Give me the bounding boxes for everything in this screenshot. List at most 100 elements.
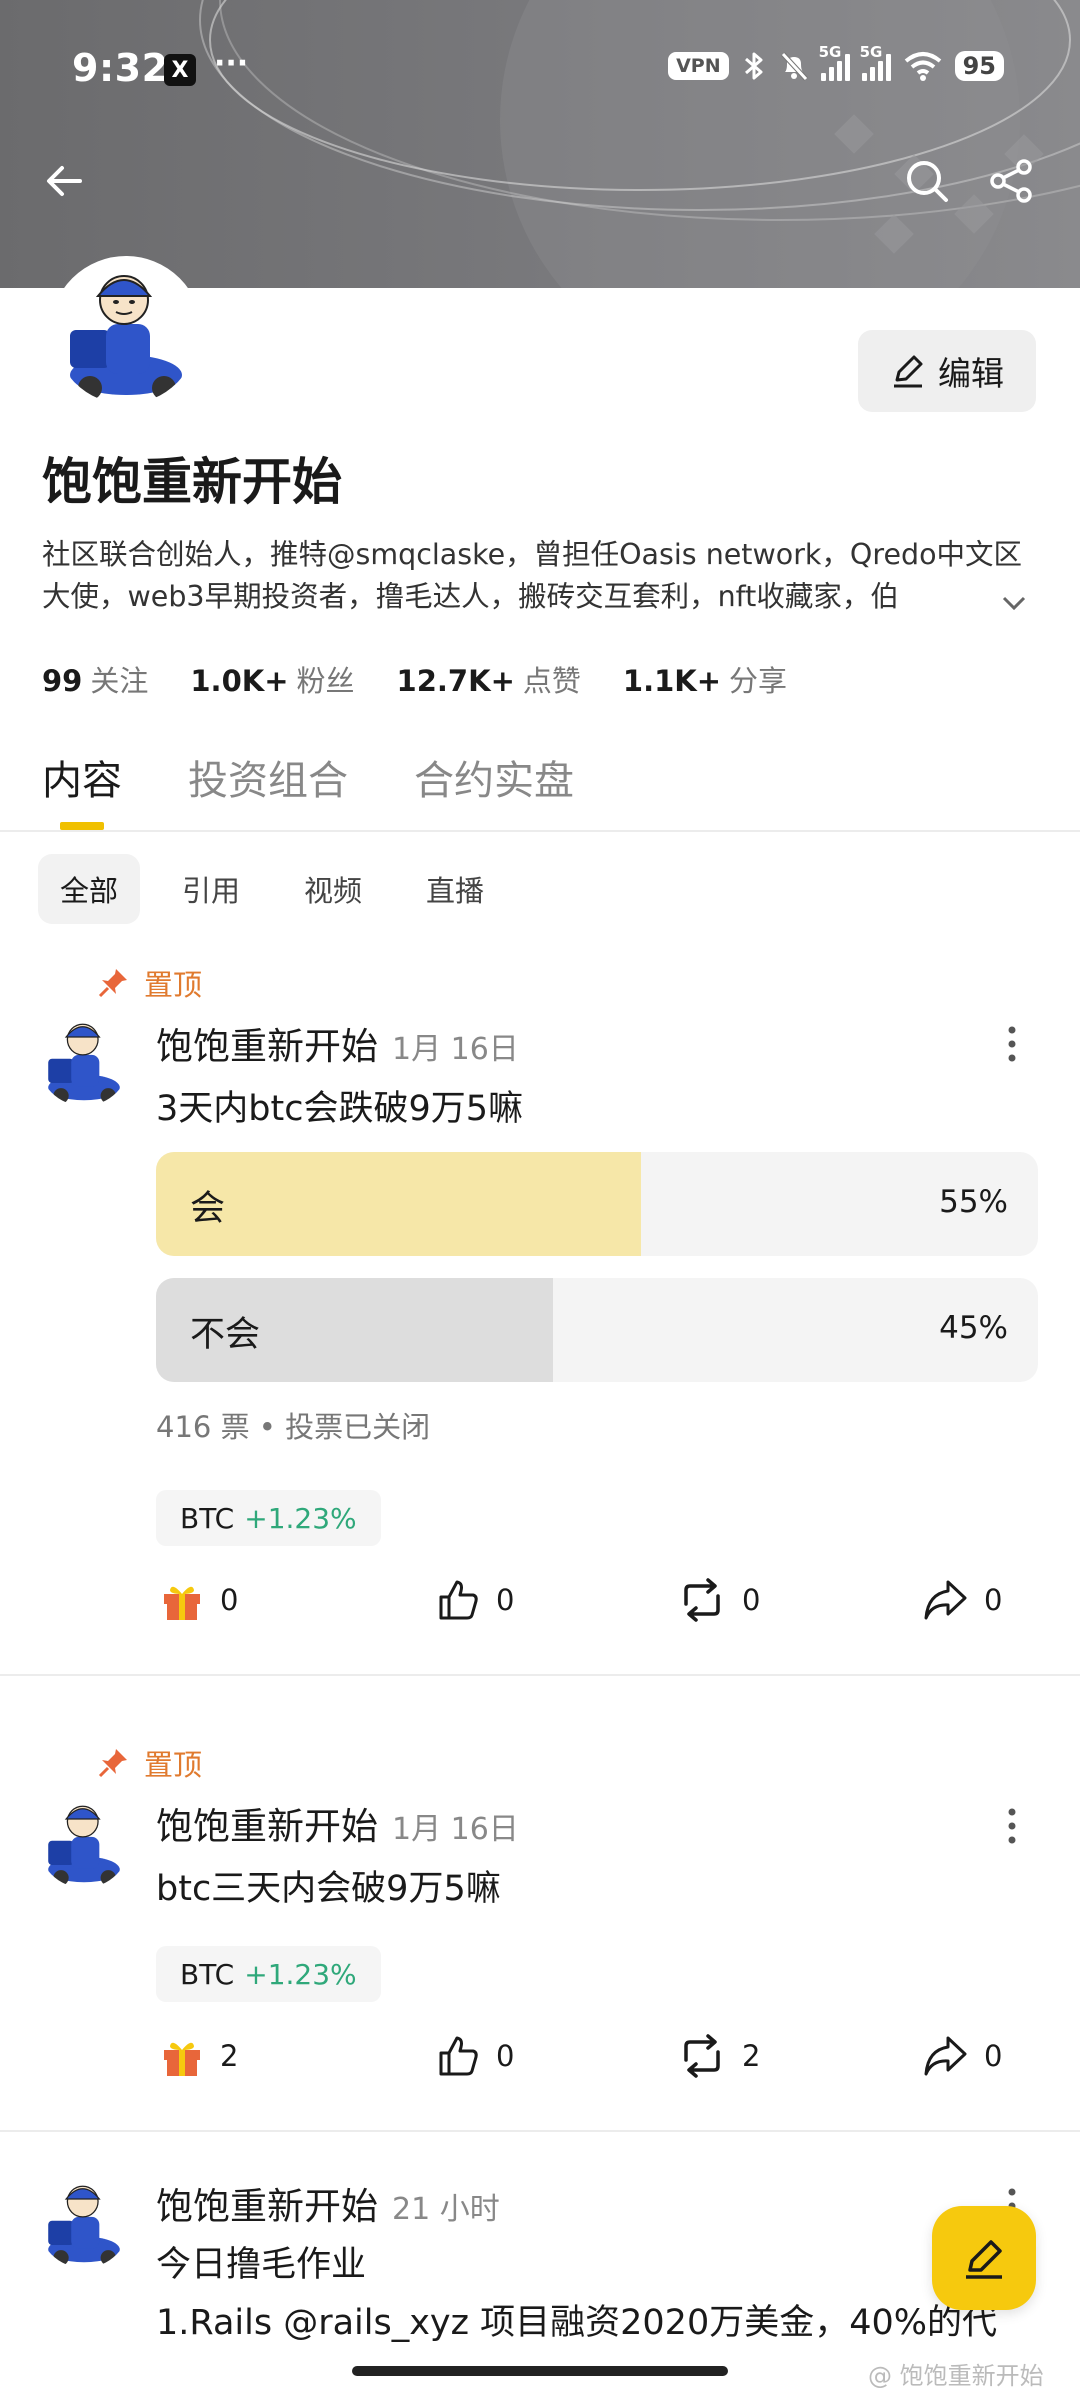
repost-count: 2 — [742, 2039, 761, 2073]
chevron-down-icon[interactable] — [996, 588, 1032, 618]
poll-option[interactable]: 不会 45% — [156, 1278, 1038, 1382]
like-button[interactable]: 0 — [436, 2034, 514, 2078]
post-avatar[interactable] — [38, 1014, 130, 1106]
post-divider — [0, 2130, 1080, 2132]
profile-banner: 9:32 X ··· VPN 5G 5G 95 — [0, 0, 1080, 288]
tab-portfolio[interactable]: 投资组合 — [188, 748, 348, 806]
vpn-indicator: VPN — [668, 52, 729, 80]
poll-option-label: 会 — [190, 1189, 226, 1229]
stat-shares[interactable]: 1.1K+ 分享 — [623, 658, 787, 700]
post-text: 3天内btc会跌破9万5嘛 — [156, 1089, 523, 1129]
gift-button[interactable]: 2 — [160, 2034, 238, 2078]
status-time: 9:32 — [72, 46, 169, 90]
post-author[interactable]: 饱饱重新开始 — [156, 2176, 378, 2230]
like-button[interactable]: 0 — [436, 1578, 514, 1622]
like-count: 0 — [496, 1583, 515, 1617]
pin-icon — [98, 1749, 127, 1778]
profile-avatar[interactable] — [50, 256, 202, 408]
edit-profile-button[interactable]: 编辑 — [858, 330, 1036, 412]
stat-following[interactable]: 99 关注 — [42, 658, 148, 700]
pencil-icon — [894, 355, 923, 388]
poll-bar — [156, 1152, 642, 1256]
stat-label: 分享 — [729, 664, 788, 698]
poll-option[interactable]: 会 55% — [156, 1152, 1038, 1256]
post-date: 1月 16日 — [392, 1032, 519, 1067]
filter-all[interactable]: 全部 — [38, 854, 141, 924]
wifi-icon — [904, 52, 941, 81]
like-count: 0 — [496, 2039, 515, 2073]
post-avatar[interactable] — [38, 1796, 130, 1888]
tab-futures[interactable]: 合约实盘 — [414, 748, 574, 806]
gift-icon — [164, 1586, 200, 1620]
post-text: btc三天内会破9万5嘛 — [156, 1869, 501, 1909]
repost-count: 0 — [742, 1583, 761, 1617]
share-count: 0 — [984, 2039, 1003, 2073]
x-app-icon: X — [164, 54, 196, 86]
gift-icon — [164, 2042, 200, 2076]
post-date: 1月 16日 — [392, 1812, 519, 1847]
post-avatar[interactable] — [38, 2176, 130, 2268]
post-header: 饱饱重新开始 1月 16日 — [156, 1016, 519, 1070]
post-header: 饱饱重新开始 21 小时 — [156, 2176, 500, 2230]
poll-meta: 416 票 • 投票已关闭 — [156, 1410, 431, 1444]
poll-option-percent: 45% — [939, 1310, 1008, 1346]
compose-pencil-icon — [966, 2240, 1002, 2279]
stat-likes[interactable]: 12.7K+ 点赞 — [397, 658, 581, 700]
profile-stats: 99 关注 1.0K+ 粉丝 12.7K+ 点赞 1.1K+ 分享 — [42, 658, 787, 700]
tabs-divider — [0, 830, 1080, 832]
post-header: 饱饱重新开始 1月 16日 — [156, 1796, 519, 1850]
pinned-label: 置顶 — [144, 1748, 203, 1782]
post-divider — [0, 1674, 1080, 1676]
home-indicator[interactable] — [352, 2366, 728, 2376]
share-icon[interactable] — [986, 156, 1036, 206]
poll-option-label: 不会 — [190, 1315, 261, 1355]
status-bar: 9:32 X ··· VPN 5G 5G 95 — [0, 42, 1080, 98]
thumbs-up-icon — [439, 1580, 478, 1620]
mute-bell-icon — [780, 52, 808, 81]
content-filter: 全部 引用 视频 直播 — [38, 854, 506, 924]
post-author[interactable]: 饱饱重新开始 — [156, 1016, 378, 1070]
tab-content[interactable]: 内容 — [42, 748, 122, 830]
search-icon[interactable] — [902, 156, 952, 206]
avatar-illustration — [54, 260, 198, 404]
more-options-icon[interactable] — [1000, 1024, 1024, 1064]
ticker-tag[interactable]: BTC +1.23% — [156, 1946, 381, 2002]
profile-name: 饱饱重新开始 — [42, 453, 342, 511]
ticker-tag[interactable]: BTC +1.23% — [156, 1490, 381, 1546]
stat-label: 粉丝 — [296, 664, 355, 698]
repost-button[interactable]: 2 — [678, 2034, 760, 2078]
more-options-icon[interactable] — [1000, 1806, 1024, 1846]
bluetooth-icon — [744, 52, 763, 80]
ticker-symbol: BTC — [180, 1957, 235, 1991]
gift-button[interactable]: 0 — [160, 1578, 238, 1622]
profile-bio: 社区联合创始人，推特@smqclaske，曾担任Oasis network，Qr… — [42, 538, 1023, 613]
share-post-button[interactable]: 0 — [922, 2034, 1002, 2078]
more-notifications-icon: ··· — [214, 46, 249, 81]
repost-button[interactable]: 0 — [678, 1578, 760, 1622]
gift-count: 2 — [220, 2039, 239, 2073]
share-count: 0 — [984, 1583, 1003, 1617]
network-type-1: 5G — [818, 43, 842, 61]
repost-icon — [684, 1578, 720, 1622]
back-arrow-icon[interactable] — [40, 156, 90, 206]
stat-followers[interactable]: 1.0K+ 粉丝 — [190, 658, 354, 700]
share-post-button[interactable]: 0 — [922, 1578, 1002, 1622]
compose-button[interactable] — [932, 2206, 1036, 2310]
post-date: 21 小时 — [392, 2192, 500, 2227]
avatar-illustration — [38, 1796, 130, 1888]
post-text-body: 1.Rails @rails_xyz 项目融资2020万美金，40%的代 — [156, 2303, 998, 2343]
post-actions: 2 0 2 0 — [0, 2034, 1080, 2094]
filter-live[interactable]: 直播 — [404, 854, 506, 924]
repost-icon — [684, 2034, 720, 2078]
pinned-label: 置顶 — [144, 968, 203, 1002]
avatar-illustration — [38, 2176, 130, 2268]
post-author[interactable]: 饱饱重新开始 — [156, 1796, 378, 1850]
stat-label: 关注 — [90, 664, 149, 698]
avatar-illustration — [38, 1014, 130, 1106]
filter-videos[interactable]: 视频 — [282, 854, 384, 924]
stat-number: 1.1K+ — [622, 664, 722, 698]
stat-number: 1.0K+ — [190, 664, 289, 698]
ticker-change: +1.23% — [244, 1501, 357, 1535]
post-text: 今日撸毛作业 — [156, 2245, 367, 2285]
filter-quotes[interactable]: 引用 — [160, 854, 262, 924]
